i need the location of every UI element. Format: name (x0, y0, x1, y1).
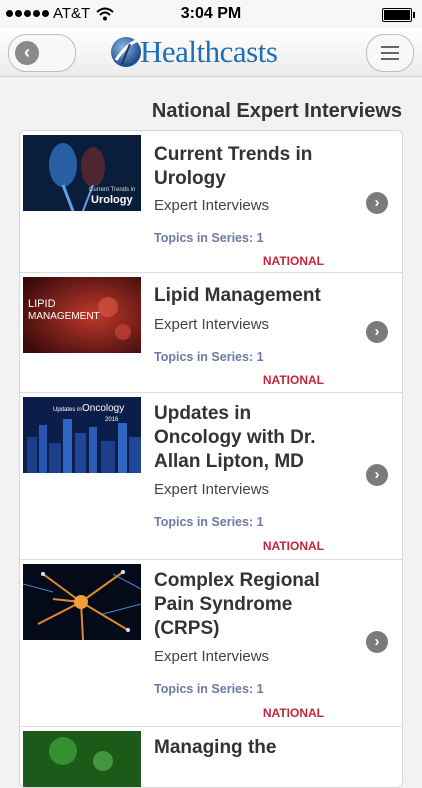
status-badge: NATIONAL (262, 254, 324, 268)
lipid-thumbnail: LIPID MANAGEMENT (23, 277, 141, 353)
page-title: National Expert Interviews (151, 100, 402, 122)
series-list: Current Trends in Urology Current Trends… (19, 130, 403, 788)
chevron-right-icon[interactable]: › (366, 464, 388, 486)
item-subtitle: Expert Interviews (154, 316, 270, 333)
item-topics: Topics in Series: 1 (154, 682, 264, 696)
item-subtitle: Expert Interviews (154, 481, 270, 498)
thumb-caption-small: LIPID (28, 298, 56, 310)
chevron-right-icon[interactable]: › (366, 321, 388, 343)
status-badge: NATIONAL (262, 373, 324, 387)
item-title: Updates in Oncology with Dr. Allan Lipto… (154, 403, 316, 472)
item-title: Lipid Management (154, 285, 321, 306)
item-topics: Topics in Series: 1 (154, 515, 264, 529)
list-item[interactable]: LIPID MANAGEMENT Lipid Management Expert… (20, 273, 402, 393)
neuron-thumbnail (23, 564, 141, 640)
menu-button[interactable] (366, 34, 414, 72)
logo-text: Healthcasts (140, 34, 278, 69)
nav-bar: ‹ Healthcasts (0, 28, 422, 77)
list-item[interactable]: Complex Regional Pain Syndrome (CRPS) Ex… (20, 560, 402, 727)
back-button[interactable]: ‹ (8, 34, 76, 72)
item-title: Complex Regional Pain Syndrome (CRPS) (154, 570, 320, 639)
status-bar: AT&T 3:04 PM (0, 0, 422, 28)
item-subtitle: Expert Interviews (154, 197, 270, 214)
logo-globe-icon (111, 37, 141, 67)
urology-thumbnail: Current Trends in Urology (23, 135, 141, 211)
green-thumbnail (23, 731, 141, 787)
thumb-caption-year: 2016 (105, 417, 119, 423)
back-arrow-icon: ‹ (15, 41, 39, 65)
list-item[interactable]: Updates in Oncology 2016 Updates in Onco… (20, 393, 402, 560)
oncology-thumbnail: Updates in Oncology 2016 (23, 397, 141, 473)
item-topics: Topics in Series: 1 (154, 350, 264, 364)
thumb-caption-big: MANAGEMENT (28, 311, 100, 322)
clock: 3:04 PM (180, 5, 242, 22)
item-subtitle: Expert Interviews (154, 648, 270, 665)
list-item[interactable]: Managing the (20, 727, 402, 787)
thumb-caption-small: Updates in (53, 407, 82, 413)
thumb-caption-big: Oncology (82, 403, 124, 414)
item-title: Current Trends in Urology (154, 144, 313, 189)
status-badge: NATIONAL (262, 539, 324, 553)
item-topics: Topics in Series: 1 (154, 231, 264, 245)
item-title: Managing the (154, 737, 277, 758)
list-item[interactable]: Current Trends in Urology Current Trends… (20, 131, 402, 273)
thumb-caption-small: Current Trends in (89, 187, 135, 193)
chevron-right-icon[interactable]: › (366, 192, 388, 214)
battery-icon (382, 8, 415, 22)
healthcasts-logo: Healthcasts (108, 30, 278, 74)
status-badge: NATIONAL (262, 706, 324, 720)
thumb-caption-big: Urology (91, 194, 133, 206)
chevron-right-icon[interactable]: › (366, 631, 388, 653)
